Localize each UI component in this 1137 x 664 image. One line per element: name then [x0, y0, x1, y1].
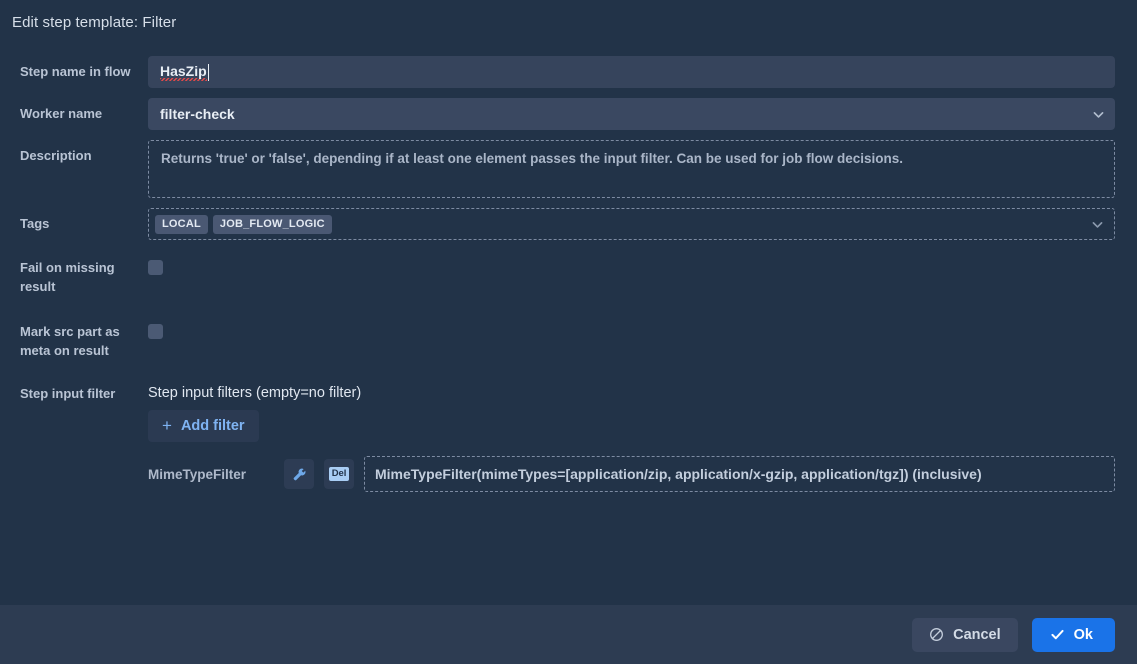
label-step-name: Step name in flow — [20, 64, 131, 79]
label-fail-on-missing: Fail on missing result — [20, 260, 115, 294]
check-icon — [1050, 627, 1065, 642]
row-step-input-filter: Step input filter Step input filters (em… — [20, 380, 1115, 492]
tag-badge: LOCAL — [155, 214, 208, 234]
row-description: Description Returns 'true' or 'false', d… — [20, 140, 1115, 198]
del-icon-label: Del — [329, 467, 349, 481]
add-filter-label: Add filter — [180, 418, 245, 434]
row-fail-on-missing: Fail on missing result — [20, 252, 1115, 296]
dialog-footer: Cancel Ok — [0, 605, 1137, 664]
step-name-value: HasZip — [160, 63, 207, 81]
row-mark-src-meta: Mark src part as meta on result — [20, 316, 1115, 360]
fail-on-missing-checkbox[interactable] — [148, 260, 163, 275]
worker-name-select[interactable]: filter-check — [148, 98, 1115, 130]
filter-value-text: MimeTypeFilter(mimeTypes=[application/zi… — [364, 456, 1115, 492]
step-input-filters-heading: Step input filters (empty=no filter) — [148, 385, 362, 401]
ok-label: Ok — [1073, 626, 1093, 643]
row-step-name: Step name in flow HasZip — [20, 56, 1115, 88]
edit-step-template-dialog: Edit step template: Filter Step name in … — [0, 0, 1137, 664]
label-step-input-filter: Step input filter — [20, 386, 116, 401]
label-worker-name: Worker name — [20, 106, 103, 121]
cancel-button[interactable]: Cancel — [912, 617, 1018, 652]
ban-icon — [929, 627, 944, 642]
row-worker-name: Worker name filter-check — [20, 98, 1115, 130]
filter-name-label: MimeTypeFilter — [148, 466, 247, 482]
dialog-title: Edit step template: Filter — [12, 13, 177, 31]
del-icon[interactable]: Del — [324, 459, 354, 489]
cancel-label: Cancel — [953, 626, 1001, 643]
label-mark-src-meta: Mark src part as meta on result — [20, 324, 120, 358]
dialog-body: Step name in flow HasZip Worker name fil… — [0, 44, 1137, 605]
description-text: Returns 'true' or 'false', depending if … — [148, 140, 1115, 198]
tag-list: LOCAL JOB_FLOW_LOGIC — [155, 214, 332, 234]
text-caret — [207, 63, 209, 81]
chevron-down-icon[interactable] — [1092, 108, 1105, 121]
tags-select[interactable]: LOCAL JOB_FLOW_LOGIC — [148, 208, 1115, 240]
worker-name-value: filter-check — [160, 106, 235, 122]
step-name-input[interactable]: HasZip — [148, 56, 1115, 88]
add-filter-button[interactable]: + Add filter — [148, 410, 259, 442]
chevron-down-icon[interactable] — [1091, 218, 1104, 231]
dialog-title-bar: Edit step template: Filter — [0, 0, 1137, 44]
wrench-icon[interactable] — [284, 459, 314, 489]
label-description: Description — [20, 148, 92, 163]
label-tags: Tags — [20, 216, 50, 231]
filter-row: MimeTypeFilter Del MimeTypeFilter(mimeTy… — [148, 456, 1115, 492]
tag-badge: JOB_FLOW_LOGIC — [212, 214, 332, 234]
ok-button[interactable]: Ok — [1031, 617, 1115, 652]
mark-src-meta-checkbox[interactable] — [148, 324, 163, 339]
row-tags: Tags LOCAL JOB_FLOW_LOGIC — [20, 208, 1115, 240]
